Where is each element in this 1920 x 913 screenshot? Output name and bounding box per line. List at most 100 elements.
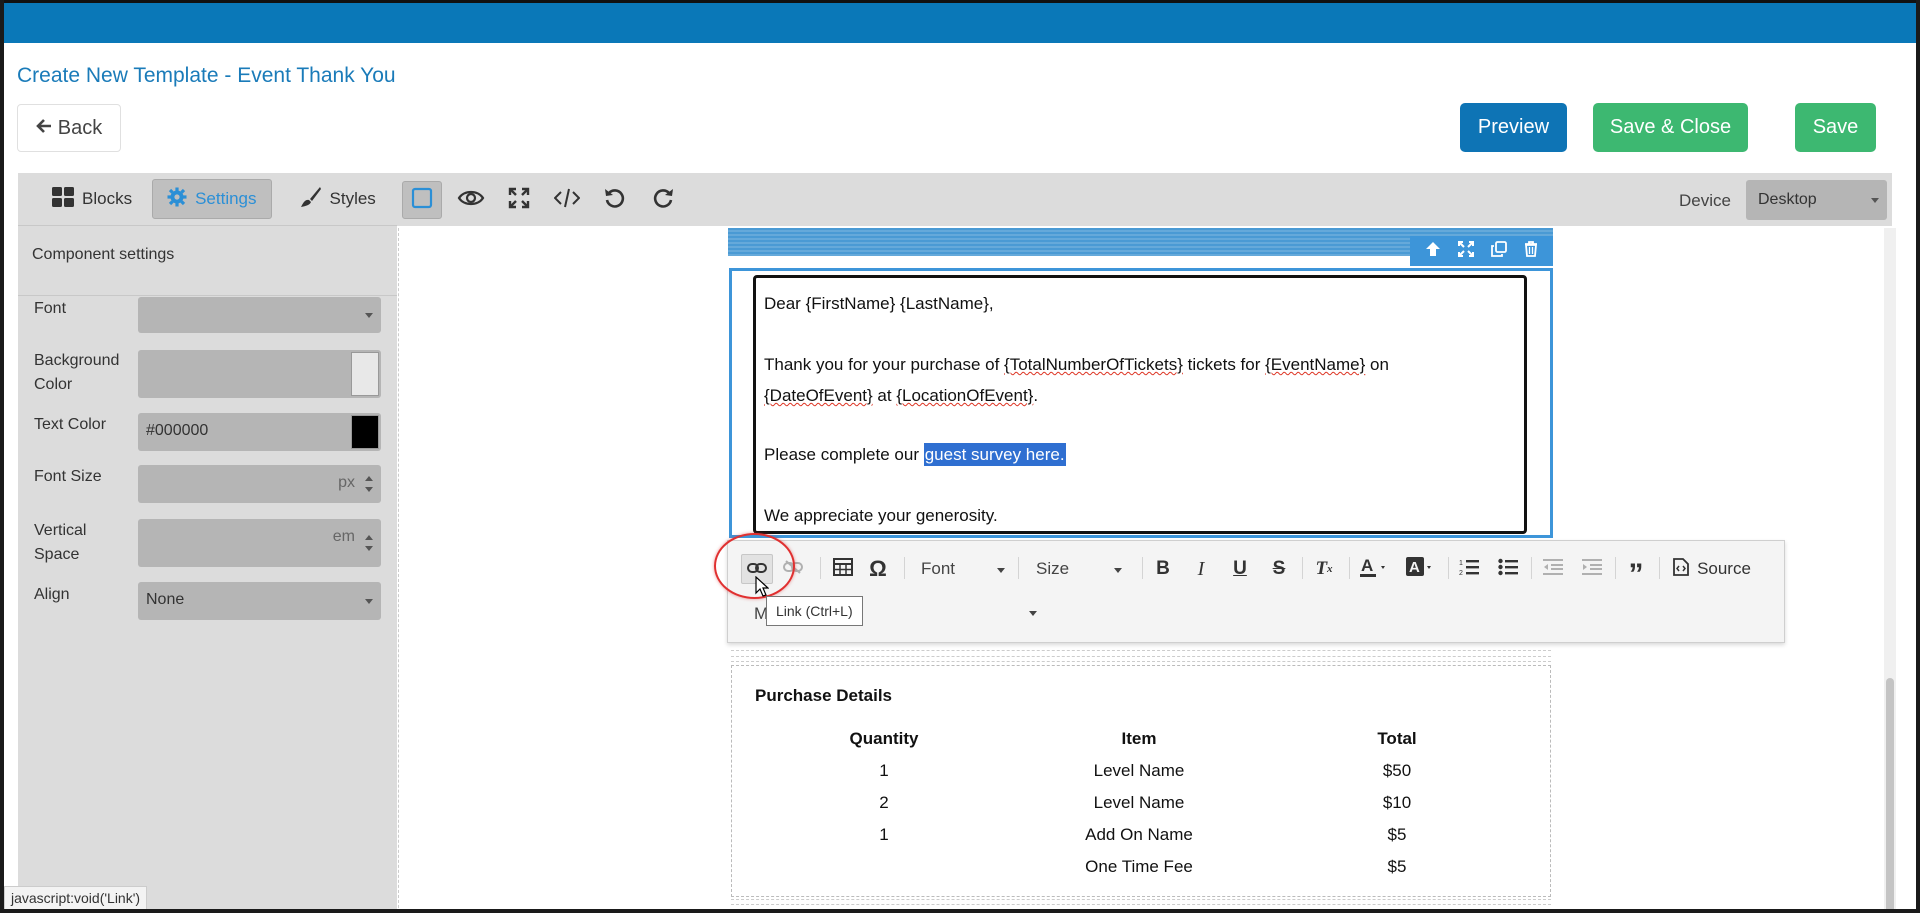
device-value: Desktop (1758, 191, 1817, 208)
tab-styles[interactable]: Styles (286, 179, 390, 219)
svg-text:2: 2 (1459, 570, 1463, 576)
font-select[interactable] (138, 297, 381, 333)
numbered-list-button[interactable]: 12 (1454, 554, 1484, 584)
column-header-item: Item (1121, 729, 1157, 748)
special-character-icon[interactable]: Ω (864, 554, 892, 584)
chevron-down-icon (365, 599, 373, 604)
font-size-spinner[interactable] (365, 476, 373, 492)
table-button[interactable] (829, 554, 857, 584)
email-text-editor[interactable]: Dear {FirstName} {LastName}, Thank you f… (753, 275, 1527, 534)
survey-paragraph: Please complete our guest survey here. (764, 439, 1516, 470)
source-label: Source (1697, 559, 1751, 578)
vertical-space-spinner[interactable] (365, 535, 373, 551)
rich-text-toolbar: Ω Font Size B I U S Tx A A 12 ” Source (727, 540, 1785, 643)
fullscreen-icon (508, 187, 530, 214)
source-icon (1673, 557, 1689, 581)
blockquote-icon[interactable]: ” (1621, 554, 1651, 590)
trash-icon[interactable] (1524, 240, 1538, 262)
text-segment: Please complete our (764, 445, 924, 464)
device-label: Device (1679, 191, 1731, 210)
top-bar (4, 0, 1916, 43)
text-color-swatch[interactable] (351, 415, 379, 449)
tab-blocks[interactable]: Blocks (38, 179, 146, 219)
back-label: Back (57, 116, 103, 139)
font-dropdown[interactable]: Font (909, 554, 1011, 584)
background-color-button[interactable]: A (1402, 554, 1440, 584)
tab-styles-label: Styles (329, 189, 376, 208)
variable-date: {DateOfEvent} (764, 386, 873, 405)
separator (1349, 557, 1350, 579)
font-size-input[interactable]: px (138, 465, 381, 503)
code-icon (553, 188, 581, 213)
device-select[interactable]: Desktop (1746, 180, 1887, 220)
table-cell-quantity: 1 (879, 761, 889, 780)
tab-settings[interactable]: Settings (152, 179, 272, 219)
size-dropdown[interactable]: Size (1024, 554, 1128, 584)
svg-text:A: A (1361, 556, 1373, 575)
fullscreen-button[interactable] (499, 181, 539, 219)
chevron-down-icon[interactable] (1029, 611, 1037, 616)
table-cell-item: Level Name (1093, 761, 1185, 780)
preview-button[interactable]: Preview (1460, 103, 1567, 152)
table-cell-item: One Time Fee (1085, 857, 1193, 876)
strikethrough-icon[interactable]: S (1264, 554, 1294, 584)
separator (1659, 557, 1660, 579)
remove-format-icon[interactable]: Tx (1309, 554, 1339, 584)
table-cell-quantity: 2 (879, 793, 889, 812)
app-window: Create New Template - Event Thank You Ba… (0, 0, 1920, 913)
separator (1448, 557, 1449, 579)
source-button[interactable]: Source (1667, 554, 1757, 584)
purchase-paragraph: Thank you for your purchase of {TotalNum… (764, 349, 1516, 411)
clone-icon[interactable] (1491, 240, 1508, 262)
move-icon[interactable] (1457, 240, 1474, 262)
browser-status-bar: javascript:void('Link') (4, 886, 148, 909)
scrollbar-thumb[interactable] (1886, 678, 1894, 909)
selected-survey-text[interactable]: guest survey here. (923, 443, 1066, 466)
gear-icon (167, 187, 187, 212)
indent-button[interactable] (1577, 554, 1607, 584)
back-button[interactable]: Back (17, 104, 121, 152)
table-icon (833, 557, 853, 581)
background-color-label: Background Color (34, 352, 120, 393)
bullet-list-button[interactable] (1493, 554, 1523, 584)
outdent-button[interactable] (1538, 554, 1568, 584)
text-color-icon: A (1360, 556, 1390, 583)
purchase-details-title: Purchase Details (755, 686, 893, 705)
underline-icon[interactable]: U (1225, 554, 1255, 584)
divider (731, 899, 1551, 900)
table-cell-item: Add On Name (1085, 825, 1193, 844)
vertical-space-label: Vertical Space (34, 522, 87, 563)
undo-button[interactable] (595, 181, 635, 219)
bullet-list-icon (1498, 558, 1518, 581)
text-color-button[interactable]: A (1356, 554, 1394, 584)
save-button[interactable]: Save (1795, 103, 1876, 152)
left-panel: Blocks Settings Styles Component setting… (18, 173, 397, 909)
preview-toggle-button[interactable] (451, 181, 491, 219)
font-size-unit: px (338, 474, 355, 491)
redo-button[interactable] (643, 181, 683, 219)
code-view-button[interactable] (547, 181, 587, 219)
background-color-field[interactable] (138, 350, 381, 398)
text-color-label: Text Color (34, 416, 107, 433)
component-outline-button[interactable] (402, 181, 442, 219)
font-dropdown-label: Font (921, 559, 956, 578)
separator (1302, 557, 1303, 579)
italic-icon[interactable]: I (1186, 554, 1216, 584)
separator (1615, 557, 1616, 579)
square-icon (411, 187, 433, 214)
align-select[interactable]: None (138, 582, 381, 620)
background-color-swatch[interactable] (351, 352, 379, 396)
align-value: None (146, 591, 185, 608)
bold-icon[interactable]: B (1148, 554, 1178, 584)
size-dropdown-label: Size (1036, 559, 1070, 578)
vertical-space-input[interactable]: em (138, 519, 381, 567)
save-close-button[interactable]: Save & Close (1593, 103, 1748, 152)
column-header-quantity: Quantity (849, 729, 919, 748)
text-color-field[interactable]: #000000 (138, 413, 381, 451)
tab-blocks-label: Blocks (82, 189, 133, 208)
table-cell-total: $5 (1387, 857, 1407, 876)
divider (731, 904, 1551, 905)
canvas-scrollbar[interactable] (1884, 228, 1896, 909)
divider (731, 650, 1551, 651)
arrow-up-icon[interactable] (1425, 241, 1441, 262)
